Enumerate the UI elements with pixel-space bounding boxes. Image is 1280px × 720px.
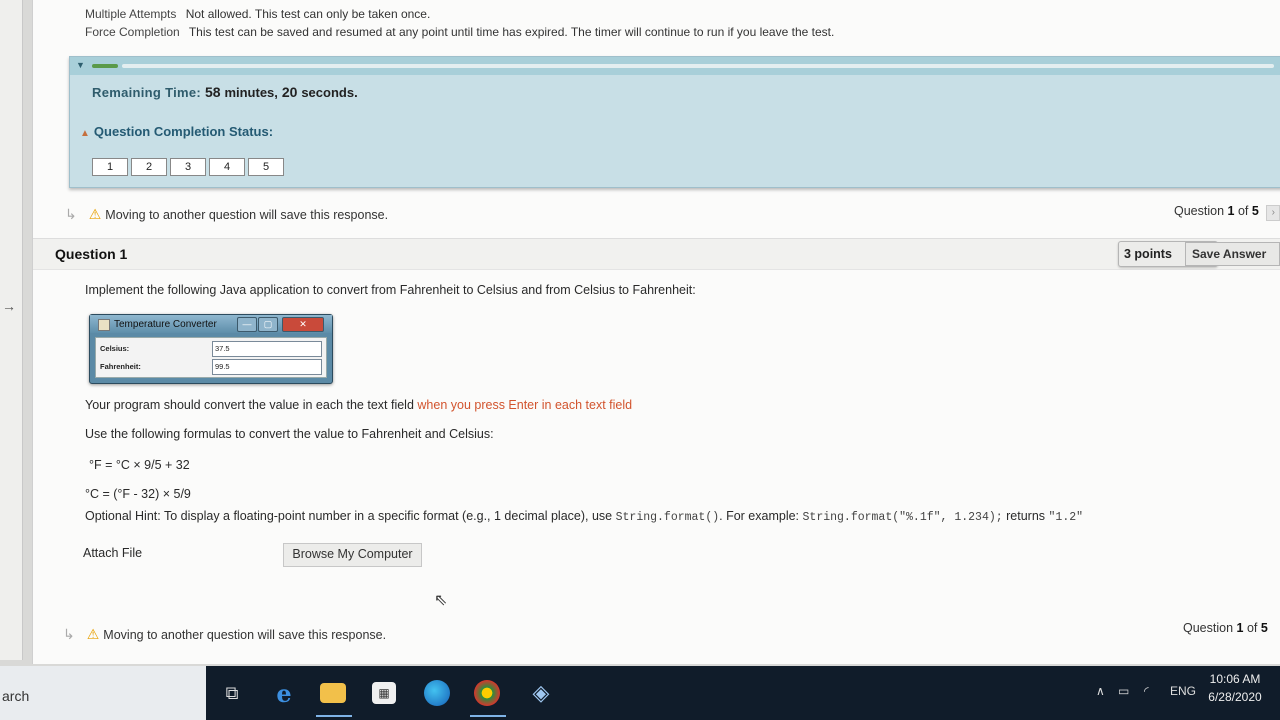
browse-my-computer-button[interactable]: Browse My Computer (283, 543, 422, 567)
java-window-titlebar: Temperature Converter — ▢ ✕ (90, 315, 332, 333)
virtualbox-cube-icon[interactable]: ◈ (526, 678, 556, 708)
taskbar-search-box[interactable]: arch (0, 666, 206, 720)
warning-icon: ⚠ (86, 626, 100, 642)
question-title: Question 1 (55, 246, 128, 262)
celsius-field: 37.5 (212, 341, 322, 357)
chrome-active-indicator (470, 715, 506, 717)
question-counter-bottom: Question 1 of 5 (1183, 621, 1268, 635)
optional-hint: Optional Hint: To display a floating-poi… (85, 509, 1084, 524)
multiple-attempts-info: Multiple Attempts Not allowed. This test… (85, 7, 431, 21)
timer-collapse-bar[interactable]: ▼ (70, 57, 1280, 75)
maximize-icon: ▢ (258, 317, 278, 332)
question-completion-status-toggle[interactable]: ▲ Question Completion Status: (80, 124, 273, 139)
caret-up-icon: ▲ (80, 128, 90, 139)
save-warning-bottom: ↳ ⚠ Moving to another question will save… (63, 626, 387, 642)
edge-icon[interactable] (424, 680, 450, 706)
java-window-body: Celsius: 37.5 Fahrenheit: 99.5 (95, 337, 327, 378)
instruction-line-1: Your program should convert the value in… (85, 398, 633, 412)
minimize-icon: — (237, 317, 257, 332)
save-answer-button[interactable]: Save Answer (1185, 242, 1280, 266)
question-nav-button[interactable]: 2 (131, 158, 167, 176)
language-indicator[interactable]: ENG (1170, 684, 1196, 698)
test-page: Multiple Attempts Not allowed. This test… (32, 0, 1280, 664)
instruction-line-2: Use the following formulas to convert th… (85, 427, 494, 441)
timer-progress-fill (92, 64, 118, 68)
question-nav-buttons: 1 2 3 4 5 (92, 158, 284, 176)
fahrenheit-row: Fahrenheit: 99.5 (98, 358, 324, 376)
show-hidden-icons-icon[interactable]: ∧ (1096, 684, 1105, 698)
question-nav-button[interactable]: 5 (248, 158, 284, 176)
remaining-seconds: 20 (281, 84, 298, 100)
close-icon: ✕ (282, 317, 324, 332)
arrow-right-icon: → (2, 298, 16, 314)
next-question-icon[interactable]: › (1266, 205, 1280, 221)
battery-icon[interactable]: ▭ (1118, 684, 1129, 698)
force-completion-info: Force Completion This test can be saved … (85, 25, 835, 39)
java-app-icon (98, 319, 110, 331)
remaining-minutes: 58 (204, 84, 221, 100)
timer-progress-track (122, 64, 1274, 68)
file-explorer-icon[interactable] (320, 683, 346, 703)
question-nav-button[interactable]: 1 (92, 158, 128, 176)
windows-taskbar: arch ⧉ e ▦ ◈ ∧ ▭ ◜ ENG 10:06 AM 6/28/202… (0, 666, 1280, 720)
formula-celsius: °C = (°F - 32) × 5/9 (85, 487, 191, 501)
attach-file-label: Attach File (83, 546, 143, 560)
formula-fahrenheit: °F = °C × 9/5 + 32 (89, 458, 190, 472)
mouse-cursor-icon: ⇖ (434, 592, 448, 609)
warning-icon: ⚠ (88, 206, 102, 222)
question-prompt: Implement the following Java application… (85, 283, 696, 297)
system-clock[interactable]: 10:06 AM 6/28/2020 (1200, 670, 1270, 706)
question-counter-top: Question 1 of 5 › (1174, 204, 1280, 221)
internet-explorer-icon[interactable]: e (269, 678, 299, 708)
question-header: Question 1 (33, 238, 1280, 270)
background-window-edge: → (0, 0, 23, 660)
wifi-icon[interactable]: ◜ (1144, 684, 1149, 698)
return-arrow-icon: ↳ (63, 626, 75, 642)
collapse-triangle-icon[interactable]: ▼ (76, 60, 85, 70)
question-nav-button[interactable]: 3 (170, 158, 206, 176)
question-nav-button[interactable]: 4 (209, 158, 245, 176)
timer-panel: ▼ Remaining Time: 58 minutes, 20 seconds… (69, 56, 1280, 188)
save-warning-top: ↳ ⚠ Moving to another question will save… (65, 206, 389, 222)
remaining-time: Remaining Time: 58 minutes, 20 seconds. (92, 84, 358, 100)
file-explorer-active-indicator (316, 715, 352, 717)
task-view-icon[interactable]: ⧉ (217, 678, 247, 708)
store-icon[interactable]: ▦ (372, 682, 396, 704)
celsius-row: Celsius: 37.5 (98, 340, 324, 358)
fahrenheit-field: 99.5 (212, 359, 322, 375)
chrome-icon[interactable] (474, 680, 500, 706)
java-window-screenshot: Temperature Converter — ▢ ✕ Celsius: 37.… (89, 314, 333, 384)
return-arrow-icon: ↳ (65, 206, 77, 222)
